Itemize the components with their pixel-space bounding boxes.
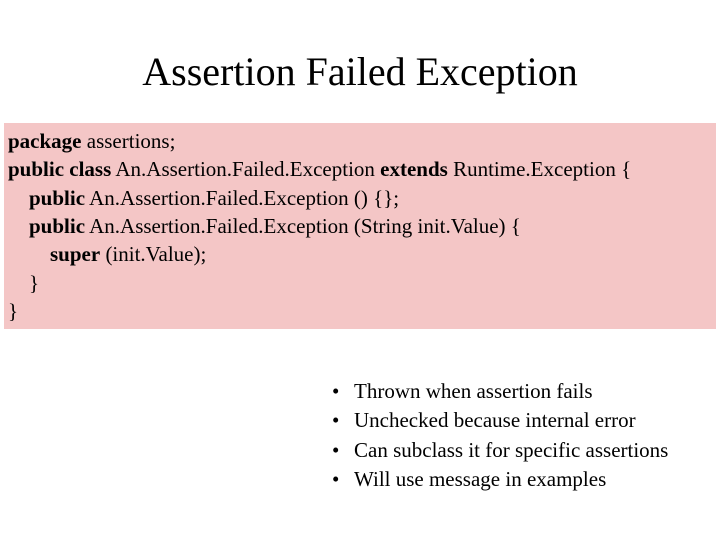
keyword-extends: extends [380,157,448,181]
code-text: Runtime.Exception { [448,157,631,181]
code-line-5: super (init.Value); [8,240,712,268]
keyword-public: public [29,214,85,238]
code-line-1: package assertions; [8,127,712,155]
slide: Assertion Failed Exception package asser… [0,0,720,540]
list-item: Will use message in examples [332,466,696,493]
code-indent [8,214,29,238]
keyword-super: super [50,242,100,266]
code-line-3: public An.Assertion.Failed.Exception () … [8,184,712,212]
code-line-4: public An.Assertion.Failed.Exception (St… [8,212,712,240]
code-text: An.Assertion.Failed.Exception () {}; [85,186,399,210]
list-item: Unchecked because internal error [332,407,696,434]
keyword-public-class: public class [8,157,111,181]
code-indent [8,186,29,210]
bullet-list: Thrown when assertion fails Unchecked be… [332,378,696,495]
code-text: An.Assertion.Failed.Exception [111,157,380,181]
slide-title: Assertion Failed Exception [0,0,720,123]
code-text: (init.Value); [100,242,206,266]
keyword-public: public [29,186,85,210]
code-text: assertions; [82,129,176,153]
code-text: An.Assertion.Failed.Exception (String in… [85,214,521,238]
list-item: Thrown when assertion fails [332,378,696,405]
code-line-2: public class An.Assertion.Failed.Excepti… [8,155,712,183]
code-block: package assertions; public class An.Asse… [4,123,716,329]
code-indent [8,242,50,266]
code-line-6: } [8,269,712,297]
list-item: Can subclass it for specific assertions [332,437,696,464]
keyword-package: package [8,129,82,153]
code-line-7: } [8,297,712,325]
